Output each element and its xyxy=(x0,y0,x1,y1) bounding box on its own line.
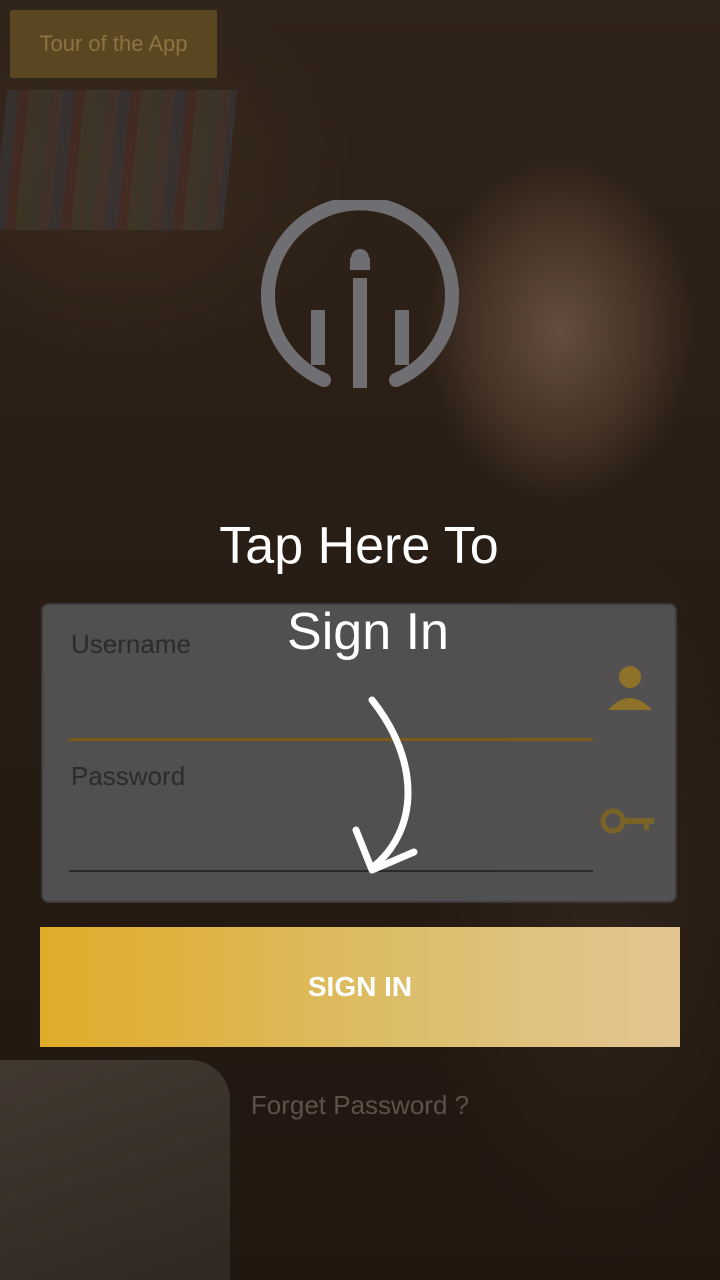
curved-arrow-icon xyxy=(352,696,418,874)
username-underline xyxy=(69,738,593,741)
password-label: Password xyxy=(71,761,186,791)
forget-password-link[interactable]: Forget Password ? xyxy=(0,1090,720,1121)
user-icon xyxy=(608,666,652,710)
hint-text: Tap Here To xyxy=(219,517,499,575)
sign-in-button[interactable]: SIGN IN xyxy=(40,927,680,1047)
hint-text-line2: Sign In xyxy=(287,603,449,661)
brand-logo-icon xyxy=(261,200,459,388)
username-input[interactable] xyxy=(69,691,597,737)
key-icon xyxy=(600,808,654,834)
tour-of-the-app-button[interactable]: Tour of the App xyxy=(10,10,217,78)
password-input[interactable] xyxy=(69,823,597,869)
password-underline xyxy=(69,870,593,872)
